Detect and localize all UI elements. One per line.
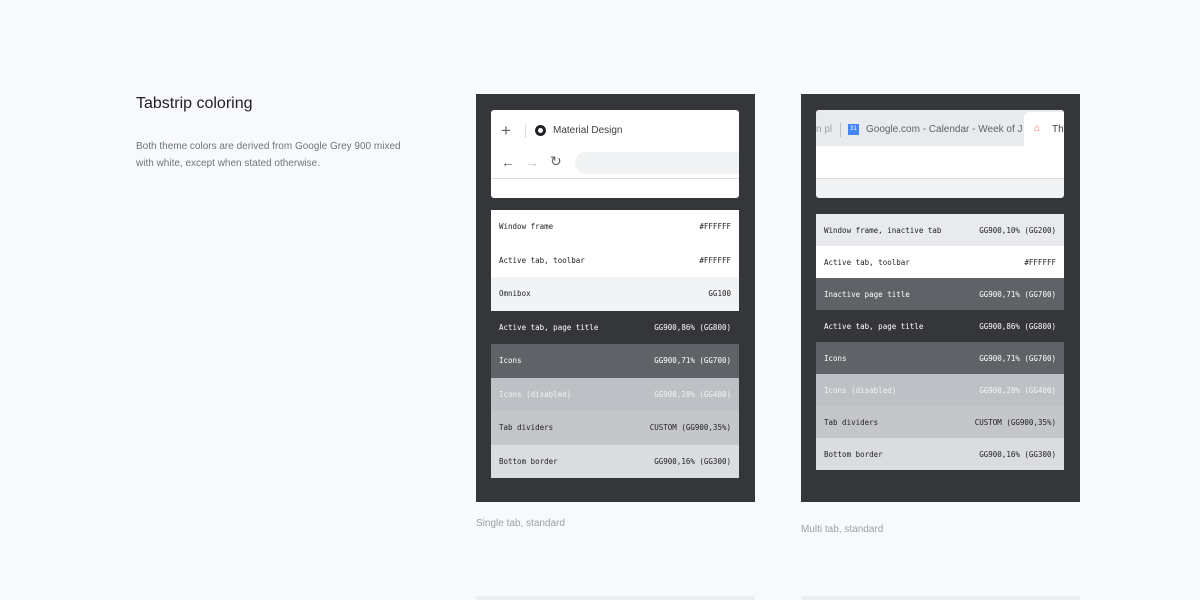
omnibox[interactable] <box>575 152 739 174</box>
row-value: GG900,16% (GG300) <box>654 456 731 466</box>
row-label: Omnibox <box>499 289 531 299</box>
row-label: Tab dividers <box>824 417 879 427</box>
row-label: Icons (disabled) <box>499 389 572 399</box>
new-tab-icon: + <box>501 121 511 140</box>
tab-partial[interactable]: n pl <box>816 124 832 135</box>
section-title: Tabstrip coloring <box>136 95 253 112</box>
color-row: Active tab, page title GG900,86% (GG800) <box>816 310 1064 342</box>
color-row: Active tab, page title GG900,86% (GG800) <box>491 310 739 344</box>
color-row: Icons (disabled) GG900,28% (GG400) <box>491 377 739 411</box>
row-value: GG900,71% (GG700) <box>979 353 1056 363</box>
row-value: #FFFFFF <box>699 222 731 232</box>
row-label: Icons (disabled) <box>824 385 897 395</box>
color-row: Inactive page title GG900,71% (GG700) <box>816 278 1064 310</box>
color-table: Window frame, inactive tab GG900,10% (GG2… <box>816 214 1064 470</box>
next-panel <box>476 596 755 600</box>
color-row: Icons (disabled) GG900,28% (GG400) <box>816 374 1064 406</box>
row-value: GG900,71% (GG700) <box>654 356 731 366</box>
color-row: Bottom border GG900,16% (GG300) <box>491 444 739 478</box>
tab-title[interactable]: Material Design <box>553 125 622 136</box>
material-logo-icon <box>535 125 546 136</box>
section-description: Both theme colors are derived from Googl… <box>136 141 401 169</box>
color-row: Active tab, toolbar #FFFFFF <box>491 243 739 277</box>
color-row: Tab dividers CUSTOM (GG900,35%) <box>491 411 739 445</box>
bottom-border <box>491 178 739 179</box>
row-label: Active tab, toolbar <box>824 257 910 267</box>
tab-divider <box>525 124 526 138</box>
tab-divider <box>840 123 841 137</box>
row-value: GG100 <box>708 289 731 299</box>
tab-title: Th <box>1052 124 1064 135</box>
row-label: Window frame, inactive tab <box>824 225 942 235</box>
reload-icon[interactable]: ↻ <box>550 153 562 170</box>
row-value: GG900,86% (GG800) <box>979 321 1056 331</box>
single-caption: Single tab, standard <box>476 518 565 529</box>
next-panel <box>801 596 1080 600</box>
single-tab-panel: + Material Design ← → ↻ Window frame #FFF… <box>476 94 755 502</box>
calendar-icon: 31 <box>848 124 859 135</box>
row-label: Icons <box>499 356 522 366</box>
color-row: Omnibox GG100 <box>491 277 739 311</box>
forward-icon[interactable]: → <box>525 154 539 170</box>
color-row: Bottom border GG900,16% (GG300) <box>816 438 1064 470</box>
multi-tab-panel: n pl 31 Google.com - Calendar - Week of … <box>801 94 1080 502</box>
row-label: Tab dividers <box>499 423 554 433</box>
color-row: Active tab, toolbar #FFFFFF <box>816 246 1064 278</box>
row-value: GG900,10% (GG200) <box>979 225 1056 235</box>
row-label: Active tab, page title <box>824 321 924 331</box>
row-value: CUSTOM (GG900,35%) <box>974 417 1056 427</box>
color-table: Window frame #FFFFFF Active tab, toolbar #F… <box>491 210 739 478</box>
row-label: Active tab, page title <box>499 322 599 332</box>
row-value: GG900,71% (GG700) <box>979 289 1056 299</box>
airbnb-icon: ⌂ <box>1034 123 1041 134</box>
toolbar <box>816 146 1064 178</box>
color-row: Window frame #FFFFFF <box>491 210 739 244</box>
color-row: Window frame, inactive tab GG900,10% (GG2… <box>816 214 1064 246</box>
row-value: GG900,28% (GG400) <box>979 385 1056 395</box>
back-icon[interactable]: ← <box>501 154 515 170</box>
browser-mockup: + Material Design ← → ↻ <box>491 110 739 198</box>
color-row: Icons GG900,71% (GG700) <box>816 342 1064 374</box>
multi-caption: Multi tab, standard <box>801 524 884 535</box>
color-row: Icons GG900,71% (GG700) <box>491 344 739 378</box>
row-value: CUSTOM (GG900,35%) <box>649 423 731 433</box>
row-value: GG900,86% (GG800) <box>654 322 731 332</box>
row-label: Bottom border <box>499 456 558 466</box>
row-label: Window frame <box>499 222 554 232</box>
bottom-border <box>816 178 1064 179</box>
active-tab[interactable]: ⌂ Th <box>1024 112 1064 146</box>
color-row: Tab dividers CUSTOM (GG900,35%) <box>816 406 1064 438</box>
row-label: Active tab, toolbar <box>499 255 585 265</box>
row-value: GG900,16% (GG300) <box>979 449 1056 459</box>
row-label: Inactive page title <box>824 289 910 299</box>
row-value: #FFFFFF <box>1024 257 1056 267</box>
row-value: #FFFFFF <box>699 255 731 265</box>
row-label: Bottom border <box>824 449 883 459</box>
row-label: Icons <box>824 353 847 363</box>
tab-calendar[interactable]: Google.com - Calendar - Week of J <box>866 124 1023 135</box>
browser-mockup: n pl 31 Google.com - Calendar - Week of … <box>816 110 1064 198</box>
row-value: GG900,28% (GG400) <box>654 389 731 399</box>
